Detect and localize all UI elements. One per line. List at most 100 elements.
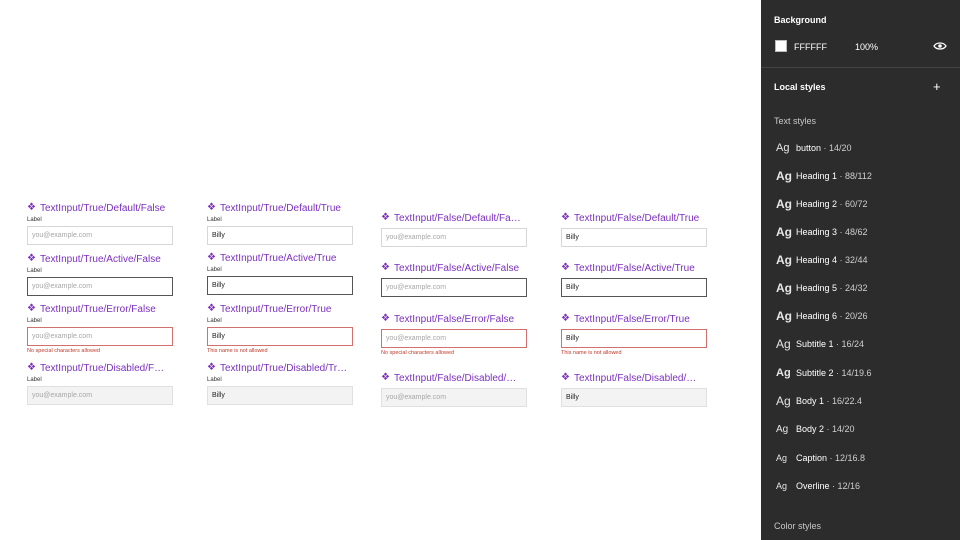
text-style-spec: · 24/32 [837,283,868,293]
variant-title[interactable]: ❖ TextInput/False/Active/True [561,261,707,275]
variant-false-disabled-false[interactable]: ❖ TextInput/False/Disabled/Fa... you@exam… [381,371,527,407]
error-helper-text: No special characters allowed [381,350,455,356]
component-diamond-icon: ❖ [27,253,36,264]
error-helper-text: This name is not allowed [207,348,268,354]
text-style-name: Subtitle 2 [796,368,834,378]
text-style-name: Subtitle 1 [796,339,834,349]
variant-title[interactable]: ❖ TextInput/True/Disabled/Fal... [27,361,173,375]
variant-title[interactable]: ❖ TextInput/False/Disabled/Fa... [381,371,527,385]
text-input[interactable]: you@example.com [381,388,527,407]
text-style-heading-3[interactable]: Ag Heading 3 · 48/62 [776,225,868,239]
input-label: Label [207,217,222,223]
component-diamond-icon: ❖ [561,212,570,223]
variant-title[interactable]: ❖ TextInput/False/Disabled/Tr... [561,371,707,385]
text-input[interactable]: Billy [207,327,353,346]
variant-title[interactable]: ❖ TextInput/True/Error/True [207,302,353,316]
variant-true-active-true[interactable]: ❖ TextInput/True/Active/True Label Billy [207,251,353,295]
text-input[interactable]: you@example.com [381,278,527,297]
background-color-swatch[interactable] [775,40,787,52]
variant-true-error-false[interactable]: ❖ TextInput/True/Error/False Label you@ex… [27,302,173,355]
component-diamond-icon: ❖ [207,252,216,263]
local-styles-title: Local styles [774,82,826,92]
component-diamond-icon: ❖ [207,202,216,213]
text-style-spec: · 12/16 [829,481,861,491]
text-style-heading-6[interactable]: Ag Heading 6 · 20/26 [776,309,868,323]
variant-true-default-false[interactable]: ❖ TextInput/True/Default/False Label you@… [27,201,173,245]
variant-title[interactable]: ❖ TextInput/False/Error/False [381,312,527,326]
text-style-name: Heading 5 [796,283,838,293]
text-style-body-2[interactable]: Ag Body 2 · 14/20 [776,422,855,436]
component-diamond-icon: ❖ [27,362,36,373]
text-style-spec: · 20/26 [837,311,868,321]
text-style-name: Heading 2 [796,199,838,209]
variant-false-error-false[interactable]: ❖ TextInput/False/Error/False you@example… [381,312,527,357]
variant-title[interactable]: ❖ TextInput/True/Default/True [207,201,353,215]
text-style-overline[interactable]: Ag Overline · 12/16 [776,479,860,493]
variant-true-active-false[interactable]: ❖ TextInput/True/Active/False Label you@e… [27,252,173,296]
text-style-name: Heading 1 [796,171,838,181]
text-style-preview: Ag [776,197,792,211]
variant-false-default-false[interactable]: ❖ TextInput/False/Default/False you@examp… [381,211,527,247]
variant-title[interactable]: ❖ TextInput/True/Disabled/True [207,361,353,375]
input-label: Label [27,217,42,223]
text-style-preview: Ag [776,337,791,351]
variant-false-active-true[interactable]: ❖ TextInput/False/Active/True Billy [561,261,707,297]
text-input[interactable]: Billy [207,386,353,405]
text-style-subtitle-1[interactable]: Ag Subtitle 1 · 16/24 [776,337,864,351]
design-canvas[interactable]: ❖ TextInput/True/Default/False Label you@… [0,0,761,540]
text-style-heading-2[interactable]: Ag Heading 2 · 60/72 [776,197,868,211]
color-styles-title: Color styles [774,521,822,531]
text-input[interactable]: you@example.com [27,386,173,405]
text-style-name: Body 2 [796,424,825,434]
variant-title[interactable]: ❖ TextInput/True/Active/False [27,252,173,266]
component-diamond-icon: ❖ [207,303,216,314]
variant-true-error-true[interactable]: ❖ TextInput/True/Error/True Label Billy T… [207,302,353,355]
text-input[interactable]: you@example.com [381,228,527,247]
component-diamond-icon: ❖ [207,362,216,373]
variant-title[interactable]: ❖ TextInput/False/Active/False [381,261,527,275]
text-input[interactable]: Billy [561,228,707,247]
text-style-button[interactable]: Ag button · 14/20 [776,141,852,155]
variant-title[interactable]: ❖ TextInput/False/Default/True [561,211,707,225]
text-style-heading-1[interactable]: Ag Heading 1 · 88/112 [776,169,872,183]
variant-false-error-true[interactable]: ❖ TextInput/False/Error/True Billy This n… [561,312,707,357]
variant-title[interactable]: ❖ TextInput/False/Error/True [561,312,707,326]
text-style-preview: Ag [776,169,792,183]
text-style-body-1[interactable]: Ag Body 1 · 16/22.4 [776,394,862,408]
text-style-subtitle-2[interactable]: Ag Subtitle 2 · 14/19.6 [776,366,872,380]
text-style-preview: Ag [776,481,788,491]
text-input[interactable]: Billy [561,388,707,407]
text-input[interactable]: Billy [561,329,707,348]
text-style-caption[interactable]: Ag Caption · 12/16.8 [776,451,865,465]
text-style-spec: · 16/24 [833,339,865,349]
text-style-name: Caption [796,453,828,463]
text-style-heading-5[interactable]: Ag Heading 5 · 24/32 [776,281,868,295]
variant-true-default-true[interactable]: ❖ TextInput/True/Default/True Label Billy [207,201,353,245]
text-input[interactable]: Billy [207,276,353,295]
input-label: Label [207,318,222,324]
plus-icon[interactable]: + [933,80,941,94]
text-input[interactable]: you@example.com [27,226,173,245]
text-input[interactable]: you@example.com [27,277,173,296]
variant-false-disabled-true[interactable]: ❖ TextInput/False/Disabled/Tr... Billy [561,371,707,407]
eye-icon[interactable] [933,40,947,52]
variant-title[interactable]: ❖ TextInput/True/Default/False [27,201,173,215]
text-style-preview: Ag [776,394,791,408]
text-input[interactable]: Billy [207,226,353,245]
variant-title[interactable]: ❖ TextInput/False/Default/False [381,211,527,225]
variant-title[interactable]: ❖ TextInput/True/Error/False [27,302,173,316]
variant-false-active-false[interactable]: ❖ TextInput/False/Active/False you@exampl… [381,261,527,297]
text-style-heading-4[interactable]: Ag Heading 4 · 32/44 [776,253,868,267]
text-input[interactable]: Billy [561,278,707,297]
design-panel: Background FFFFFF 100% Local styles + Te… [761,0,960,540]
text-style-spec: · 14/20 [824,424,855,434]
background-hex-value[interactable]: FFFFFF [794,42,827,52]
variant-true-disabled-false[interactable]: ❖ TextInput/True/Disabled/Fal... Label yo… [27,361,173,405]
text-style-spec: · 88/112 [837,171,872,181]
variant-true-disabled-true[interactable]: ❖ TextInput/True/Disabled/True Label Bill… [207,361,353,405]
variant-false-default-true[interactable]: ❖ TextInput/False/Default/True Billy [561,211,707,247]
text-input[interactable]: you@example.com [381,329,527,348]
background-opacity-value[interactable]: 100% [855,42,878,52]
text-input[interactable]: you@example.com [27,327,173,346]
variant-title[interactable]: ❖ TextInput/True/Active/True [207,251,353,265]
